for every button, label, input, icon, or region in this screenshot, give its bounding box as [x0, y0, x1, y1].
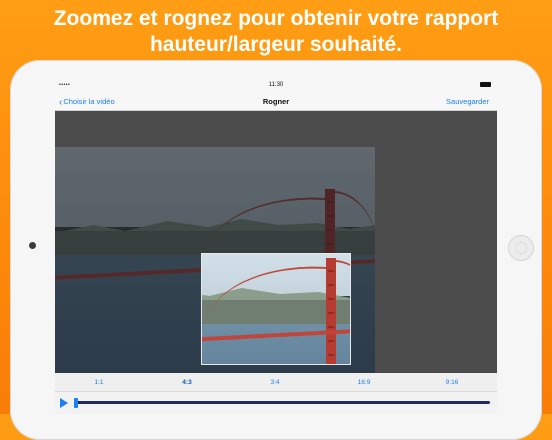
save-button[interactable]: Sauvegarder — [446, 97, 489, 106]
crop-preview — [202, 254, 350, 364]
front-camera — [29, 242, 36, 249]
timeline-scrubber[interactable] — [74, 398, 78, 408]
promo-headline: Zoomez et rognez pour obtenir votre rapp… — [53, 7, 499, 56]
playback-bar — [55, 391, 497, 414]
ratio-option[interactable]: 16:9 — [344, 379, 384, 386]
ratio-option[interactable]: 1:1 — [79, 379, 119, 386]
timeline-track[interactable] — [76, 401, 490, 404]
aspect-ratio-bar: 1:1 4:3 3:4 16:9 9:16 — [55, 373, 497, 391]
home-button — [508, 235, 534, 261]
crop-tower — [326, 258, 336, 364]
battery-icon — [480, 82, 491, 87]
ratio-option[interactable]: 9:16 — [432, 379, 472, 386]
page-title: Rogner — [262, 97, 290, 106]
video-frame[interactable] — [55, 147, 375, 373]
status-bar: ••••• 11:30 — [55, 79, 497, 91]
app-screen: ••••• 11:30 ‹Choisir la vidéo Rogner Sau… — [55, 79, 497, 414]
ratio-option[interactable]: 4:3 — [167, 379, 207, 386]
ratio-option[interactable]: 3:4 — [255, 379, 295, 386]
navigation-bar: ‹Choisir la vidéo Rogner Sauvegarder — [55, 91, 497, 111]
crop-rectangle[interactable] — [201, 253, 351, 365]
play-icon[interactable] — [60, 398, 68, 408]
crop-cable-2 — [334, 260, 350, 322]
status-time: 11:30 — [268, 82, 284, 88]
